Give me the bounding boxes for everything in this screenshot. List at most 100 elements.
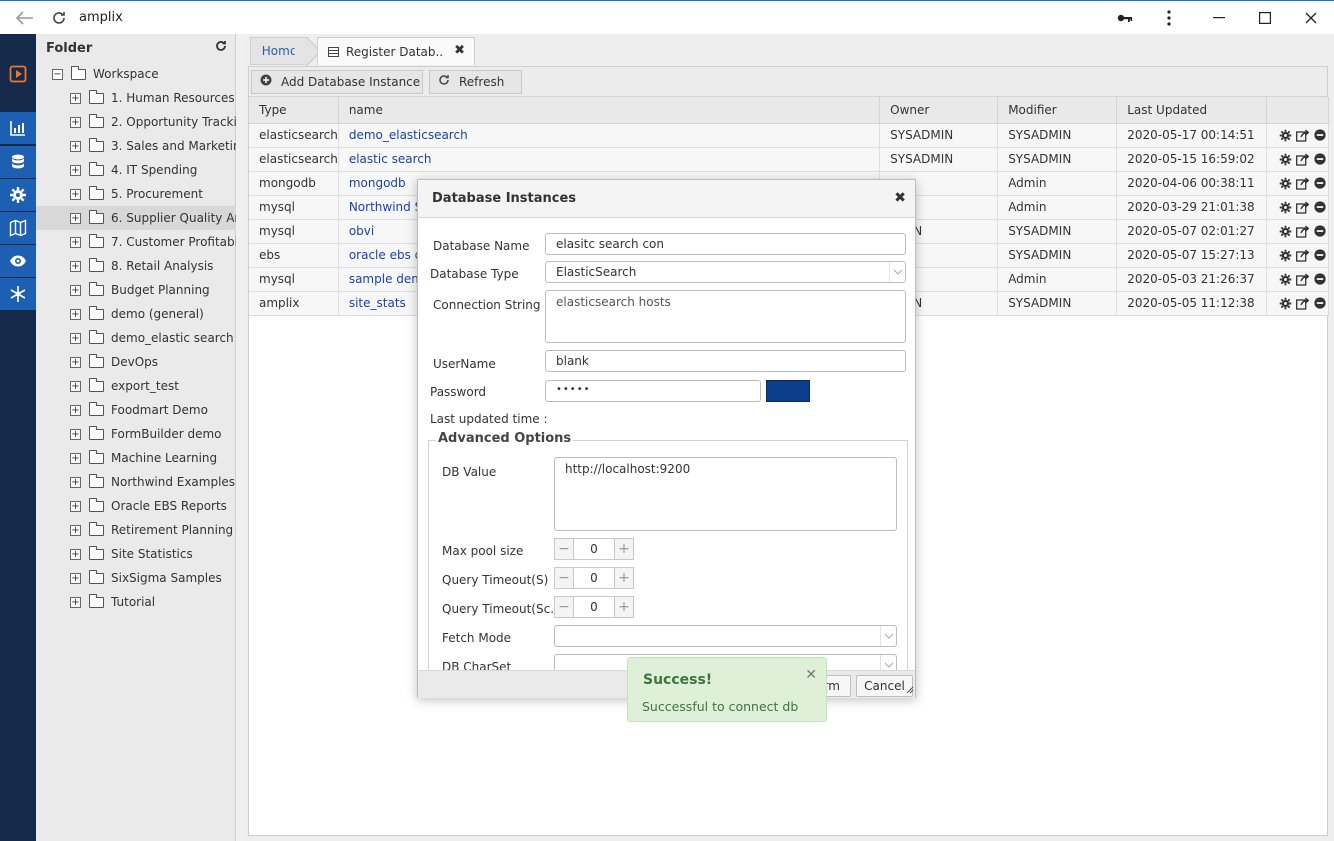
- query-timeout-s-value[interactable]: 0: [574, 567, 614, 589]
- test-connection-button[interactable]: Test: [766, 380, 810, 402]
- folder-tree-item[interactable]: + Site Statistics: [36, 542, 236, 566]
- reload-icon[interactable]: [46, 5, 72, 31]
- expand-icon[interactable]: +: [70, 140, 81, 152]
- expand-icon[interactable]: +: [70, 524, 81, 536]
- query-timeout-sc-value[interactable]: 0: [574, 596, 614, 618]
- database-type-select[interactable]: ElasticSearch: [545, 261, 906, 283]
- increment-button[interactable]: +: [614, 538, 634, 560]
- expand-icon[interactable]: +: [70, 116, 81, 128]
- share-icon[interactable]: [1296, 224, 1310, 238]
- close-tab-icon[interactable]: ✖: [454, 43, 465, 58]
- cell-name[interactable]: elastic search: [338, 147, 881, 172]
- gear-icon[interactable]: [1279, 176, 1293, 190]
- tab-register-database[interactable]: Register Datab.. ✖: [317, 37, 475, 65]
- gear-icon[interactable]: [1279, 152, 1293, 166]
- panel-splitter[interactable]: [236, 34, 246, 841]
- nav-snowflake-icon[interactable]: [0, 278, 36, 310]
- folder-tree-item[interactable]: + Tutorial: [36, 590, 236, 614]
- expand-icon[interactable]: +: [70, 284, 81, 296]
- nav-map-icon[interactable]: [0, 212, 36, 244]
- expand-icon[interactable]: +: [70, 332, 81, 344]
- folder-tree-item[interactable]: +7. Customer Profitability: [36, 230, 236, 254]
- table-row[interactable]: elasticsearch demo_elasticsearch SYSADMIN S…: [249, 123, 1330, 148]
- database-name-input[interactable]: elasitc search con: [545, 233, 906, 255]
- remove-icon[interactable]: [1313, 176, 1327, 190]
- toast-close-icon[interactable]: ✕: [805, 667, 817, 683]
- close-window-icon[interactable]: [1298, 5, 1324, 31]
- expand-icon[interactable]: +: [70, 476, 81, 488]
- remove-icon[interactable]: [1313, 248, 1327, 262]
- max-pool-size-value[interactable]: 0: [574, 538, 614, 560]
- expand-icon[interactable]: +: [70, 380, 81, 392]
- nav-play-icon[interactable]: [0, 58, 36, 90]
- expand-icon[interactable]: +: [70, 452, 81, 464]
- folder-tree-item[interactable]: + FormBuilder demo: [36, 422, 236, 446]
- expand-icon[interactable]: +: [70, 572, 81, 584]
- gear-icon[interactable]: [1279, 200, 1293, 214]
- expand-icon[interactable]: +: [70, 596, 81, 608]
- decrement-button[interactable]: −: [554, 538, 574, 560]
- more-options-icon[interactable]: [1156, 5, 1182, 31]
- username-input[interactable]: blank: [545, 350, 906, 372]
- expand-icon[interactable]: +: [70, 500, 81, 512]
- expand-icon[interactable]: +: [70, 548, 81, 560]
- share-icon[interactable]: [1296, 152, 1310, 166]
- column-header-last-updated[interactable]: Last Updated: [1116, 97, 1267, 124]
- expand-icon[interactable]: +: [70, 236, 81, 248]
- key-icon[interactable]: [1112, 5, 1138, 31]
- share-icon[interactable]: [1296, 128, 1310, 142]
- folder-tree-item[interactable]: +4. IT Spending: [36, 158, 236, 182]
- dialog-close-icon[interactable]: ✖: [894, 190, 906, 206]
- folder-tree-item[interactable]: + Budget Planning: [36, 278, 236, 302]
- gear-icon[interactable]: [1279, 296, 1293, 310]
- expand-icon[interactable]: +: [70, 92, 81, 104]
- increment-button[interactable]: +: [614, 567, 634, 589]
- remove-icon[interactable]: [1313, 128, 1327, 142]
- folder-tree-item[interactable]: + Foodmart Demo: [36, 398, 236, 422]
- expand-icon[interactable]: +: [70, 164, 81, 176]
- share-icon[interactable]: [1296, 272, 1310, 286]
- resize-grip-icon[interactable]: [906, 683, 914, 697]
- folder-tree-item[interactable]: − Workspace: [36, 62, 236, 86]
- nav-settings-icon[interactable]: [0, 179, 36, 211]
- folder-tree-item[interactable]: + Retirement Planning: [36, 518, 236, 542]
- folder-tree-item[interactable]: + Northwind Examples: [36, 470, 236, 494]
- remove-icon[interactable]: [1313, 200, 1327, 214]
- folder-tree-item[interactable]: + demo (general): [36, 302, 236, 326]
- cancel-button[interactable]: Cancel: [856, 675, 913, 697]
- gear-icon[interactable]: [1279, 272, 1293, 286]
- expand-icon[interactable]: +: [70, 188, 81, 200]
- column-header-owner[interactable]: Owner: [879, 97, 999, 124]
- remove-icon[interactable]: [1313, 224, 1327, 238]
- increment-button[interactable]: +: [614, 596, 634, 618]
- folder-tree-item[interactable]: + SixSigma Samples: [36, 566, 236, 590]
- share-icon[interactable]: [1296, 200, 1310, 214]
- remove-icon[interactable]: [1313, 272, 1327, 286]
- nav-database-icon[interactable]: [0, 146, 36, 178]
- folder-tree-item[interactable]: +2. Opportunity Tracking: [36, 110, 236, 134]
- collapse-icon[interactable]: −: [52, 68, 63, 80]
- expand-icon[interactable]: +: [70, 428, 81, 440]
- share-icon[interactable]: [1296, 296, 1310, 310]
- column-header-type[interactable]: Type: [249, 97, 339, 124]
- column-header-name[interactable]: name: [338, 97, 881, 124]
- column-header-modifier[interactable]: Modifier: [997, 97, 1118, 124]
- maximize-icon[interactable]: [1252, 5, 1278, 31]
- expand-icon[interactable]: +: [70, 308, 81, 320]
- password-input[interactable]: •••••: [545, 380, 761, 402]
- decrement-button[interactable]: −: [554, 596, 574, 618]
- remove-icon[interactable]: [1313, 296, 1327, 310]
- folder-tree-item[interactable]: +6. Supplier Quality Analy: [36, 206, 236, 230]
- remove-icon[interactable]: [1313, 152, 1327, 166]
- folder-tree-item[interactable]: +3. Sales and Marketing: [36, 134, 236, 158]
- gear-icon[interactable]: [1279, 224, 1293, 238]
- fetch-mode-select[interactable]: [554, 625, 897, 647]
- share-icon[interactable]: [1296, 176, 1310, 190]
- expand-icon[interactable]: +: [70, 260, 81, 272]
- folder-refresh-icon[interactable]: [215, 40, 227, 56]
- folder-tree-item[interactable]: + Oracle EBS Reports: [36, 494, 236, 518]
- folder-tree-item[interactable]: +1. Human Resources Rep: [36, 86, 236, 110]
- folder-tree-item[interactable]: +8. Retail Analysis: [36, 254, 236, 278]
- gear-icon[interactable]: [1279, 128, 1293, 142]
- folder-tree-item[interactable]: + export_test: [36, 374, 236, 398]
